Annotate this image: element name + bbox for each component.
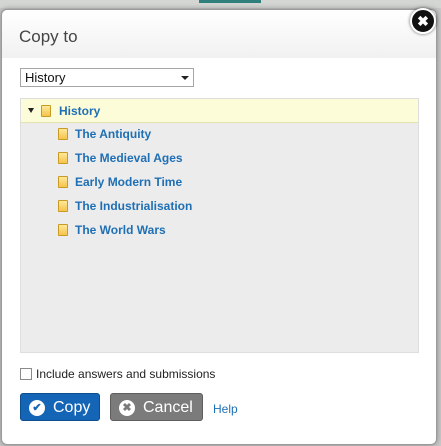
tree-item-the-world-wars[interactable]: The World Wars [21,221,418,241]
dialog-header: Copy to [2,10,436,58]
cancel-button[interactable]: ✖ Cancel [110,393,203,421]
tree-item-label[interactable]: History [59,104,100,118]
tree-item-label[interactable]: The Industrialisation [75,199,192,213]
copy-to-dialog: Copy to History History The Antiquity Th… [1,8,437,445]
tree-item-the-medieval-ages[interactable]: The Medieval Ages [21,149,418,169]
tree-item-early-modern-time[interactable]: Early Modern Time [21,173,418,193]
folder-icon [58,224,68,236]
tree-item-the-antiquity[interactable]: The Antiquity [21,125,418,145]
folder-icon [58,176,68,188]
check-icon: ✔ [29,400,45,416]
folder-icon [58,152,68,164]
destination-select[interactable]: History [20,68,194,87]
collapse-triangle-icon[interactable] [28,108,34,113]
folder-icon [41,105,51,117]
tree-item-label[interactable]: Early Modern Time [75,175,182,189]
destination-select-value: History [25,70,66,85]
copy-button[interactable]: ✔ Copy [20,393,100,421]
close-icon[interactable]: ✖ [410,8,436,34]
x-icon: ✖ [119,400,135,416]
folder-icon [58,200,68,212]
tree-item-label[interactable]: The Antiquity [75,127,151,141]
background-page [0,0,441,8]
dialog-title: Copy to [19,27,78,46]
tree-item-label[interactable]: The Medieval Ages [75,151,183,165]
copy-button-label: Copy [53,399,91,416]
dropdown-arrow-icon [181,76,189,80]
tree-item-label[interactable]: The World Wars [75,223,166,237]
include-answers-label[interactable]: Include answers and submissions [36,367,215,381]
cancel-button-label: Cancel [143,399,193,416]
folder-tree: History The Antiquity The Medieval Ages … [20,98,419,353]
tree-item-history[interactable]: History [21,99,418,123]
include-answers-checkbox[interactable] [20,368,32,380]
folder-icon [58,128,68,140]
background-tab [199,0,261,3]
help-link[interactable]: Help [213,402,238,416]
tree-item-the-industrialisation[interactable]: The Industrialisation [21,197,418,217]
